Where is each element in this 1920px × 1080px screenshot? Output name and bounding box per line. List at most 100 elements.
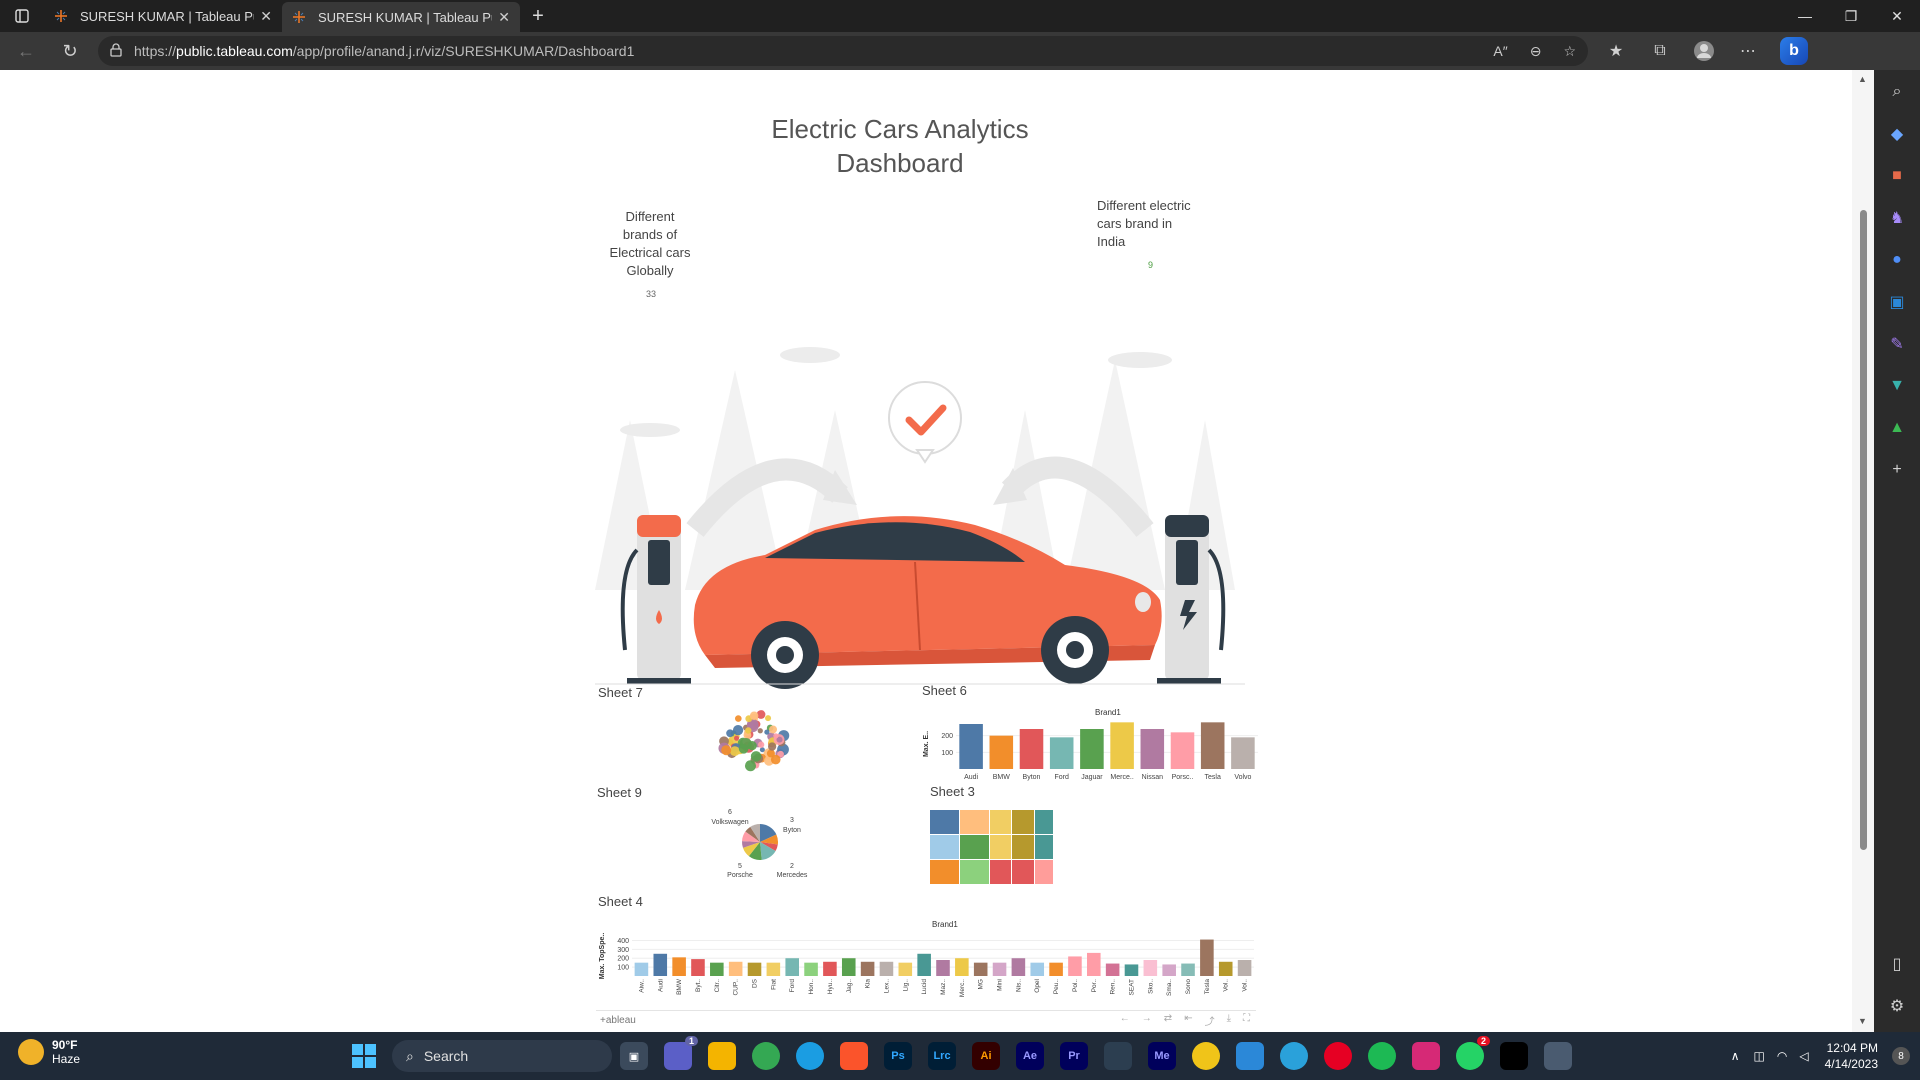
bar[interactable] bbox=[1181, 963, 1195, 976]
photoshop-icon[interactable]: Ps bbox=[884, 1042, 912, 1070]
bubble[interactable] bbox=[773, 733, 779, 739]
spotify-icon[interactable] bbox=[1368, 1042, 1396, 1070]
bar[interactable] bbox=[1030, 962, 1045, 976]
bar[interactable] bbox=[710, 962, 724, 976]
bar[interactable] bbox=[823, 961, 837, 976]
instagram-icon[interactable] bbox=[1412, 1042, 1440, 1070]
treemap-cell[interactable] bbox=[960, 835, 990, 859]
bar[interactable] bbox=[1105, 963, 1120, 976]
download-icon[interactable]: ⤓ bbox=[1227, 1013, 1231, 1028]
scroll-thumb[interactable] bbox=[1860, 210, 1867, 850]
zoom-icon[interactable]: ⊖ bbox=[1530, 43, 1542, 60]
bar[interactable] bbox=[879, 961, 894, 976]
bar[interactable] bbox=[989, 735, 1014, 769]
profile-avatar-icon[interactable] bbox=[1682, 40, 1726, 62]
bar[interactable] bbox=[1124, 964, 1139, 976]
minimize-icon[interactable]: — bbox=[1782, 0, 1828, 32]
bar[interactable] bbox=[1162, 964, 1176, 976]
games-icon[interactable]: ♞ bbox=[1885, 206, 1909, 230]
taskbar-search[interactable]: ⌕ Search bbox=[392, 1040, 612, 1072]
bubble[interactable] bbox=[749, 711, 759, 721]
bar[interactable] bbox=[955, 958, 969, 976]
bar[interactable] bbox=[973, 962, 988, 976]
treemap-cell[interactable] bbox=[960, 810, 990, 834]
bubble[interactable] bbox=[757, 741, 765, 748]
bar[interactable] bbox=[691, 959, 705, 976]
close-window-icon[interactable]: ✕ bbox=[1874, 0, 1920, 32]
app-icon[interactable] bbox=[1192, 1042, 1220, 1070]
bar[interactable] bbox=[841, 958, 856, 976]
bar[interactable] bbox=[860, 961, 875, 976]
sheet9-pie-chart[interactable]: 6 Volkswagen 3 Byton 5 Porsche 2 Mercedes bbox=[700, 806, 820, 878]
tree-icon[interactable]: ▲ bbox=[1885, 416, 1909, 440]
clock[interactable]: 12:04 PM 4/14/2023 bbox=[1825, 1040, 1878, 1072]
bubble[interactable] bbox=[744, 760, 756, 772]
treemap-cell[interactable] bbox=[930, 860, 960, 884]
bar[interactable] bbox=[898, 962, 913, 976]
bubble[interactable] bbox=[745, 727, 752, 734]
close-tab-icon[interactable]: ✕ bbox=[498, 9, 510, 26]
bar[interactable] bbox=[1143, 960, 1158, 976]
bar[interactable] bbox=[1200, 939, 1214, 976]
bar[interactable] bbox=[1200, 722, 1225, 769]
tableau-logo[interactable]: +ableau bbox=[600, 1015, 636, 1026]
bubble[interactable] bbox=[732, 724, 744, 736]
undo-icon[interactable]: ← bbox=[1120, 1013, 1130, 1028]
bar[interactable] bbox=[1110, 722, 1134, 769]
premiere-pro-icon[interactable]: Pr bbox=[1060, 1042, 1088, 1070]
treemap-cell[interactable] bbox=[990, 860, 1012, 884]
treemap-cell[interactable] bbox=[1034, 860, 1053, 884]
back-arrow-icon[interactable]: ← bbox=[8, 36, 44, 66]
bar[interactable] bbox=[917, 953, 931, 976]
outlook-icon[interactable]: ▣ bbox=[1885, 290, 1909, 314]
bar[interactable] bbox=[785, 958, 799, 976]
bar[interactable] bbox=[1087, 952, 1101, 976]
bubble[interactable] bbox=[769, 725, 777, 734]
pinterest-icon[interactable] bbox=[1324, 1042, 1352, 1070]
teams-chat-icon[interactable]: 1 bbox=[664, 1036, 698, 1070]
bubble[interactable] bbox=[734, 735, 740, 741]
bubble[interactable] bbox=[729, 746, 740, 757]
network-icon[interactable]: ◫ bbox=[1754, 1049, 1765, 1063]
scroll-down-icon[interactable]: ▼ bbox=[1858, 1016, 1867, 1026]
lightroom-classic-icon[interactable]: Lrc bbox=[928, 1042, 956, 1070]
bubble[interactable] bbox=[738, 744, 749, 754]
bubble[interactable] bbox=[770, 754, 781, 765]
sheet7-bubble-chart[interactable] bbox=[712, 704, 796, 778]
bar[interactable] bbox=[1231, 737, 1255, 769]
treemap-cell[interactable] bbox=[930, 835, 960, 859]
designer-icon[interactable]: ✎ bbox=[1885, 332, 1909, 356]
bubble[interactable] bbox=[767, 742, 777, 751]
browser-tab-2[interactable]: SURESH KUMAR | Tableau Public ✕ bbox=[282, 2, 520, 32]
collections-icon[interactable]: ⧉ bbox=[1638, 42, 1682, 60]
restore-icon[interactable]: ❐ bbox=[1828, 0, 1874, 32]
close-tab-icon[interactable]: ✕ bbox=[260, 8, 272, 25]
tray-chevron-icon[interactable]: ∧ bbox=[1731, 1049, 1740, 1063]
media-encoder-icon[interactable]: Me bbox=[1148, 1042, 1176, 1070]
file-explorer-icon[interactable] bbox=[708, 1042, 736, 1070]
bar[interactable] bbox=[959, 724, 983, 769]
shopping-tag-icon[interactable]: ◆ bbox=[1885, 122, 1909, 146]
bar[interactable] bbox=[1080, 729, 1104, 769]
notification-badge[interactable]: 8 bbox=[1892, 1047, 1910, 1065]
read-aloud-icon[interactable]: A″ bbox=[1493, 43, 1507, 60]
share-icon[interactable]: ⤴ bbox=[1205, 1013, 1215, 1028]
bubble[interactable] bbox=[721, 745, 732, 756]
bar[interactable] bbox=[653, 953, 668, 976]
capcut-icon[interactable] bbox=[1500, 1042, 1528, 1070]
bar[interactable] bbox=[1019, 729, 1044, 769]
browser-tab-1[interactable]: SURESH KUMAR | Tableau Public ✕ bbox=[44, 0, 282, 32]
bar[interactable] bbox=[1237, 960, 1252, 976]
bubble[interactable] bbox=[765, 715, 772, 722]
microsoft-365-icon[interactable]: ● bbox=[1885, 248, 1909, 272]
bar[interactable] bbox=[1049, 737, 1074, 769]
bar[interactable] bbox=[672, 957, 686, 976]
windows-start-icon[interactable] bbox=[352, 1044, 376, 1068]
add-sidebar-app-icon[interactable]: + bbox=[1885, 458, 1909, 482]
treemap-cell[interactable] bbox=[1034, 835, 1053, 859]
wifi-icon[interactable]: ◠ bbox=[1777, 1049, 1787, 1063]
bubble[interactable] bbox=[759, 747, 765, 753]
refresh-data-icon[interactable]: ⇤ bbox=[1184, 1013, 1192, 1028]
task-view-icon[interactable]: ▣ bbox=[620, 1042, 648, 1070]
weather-widget[interactable]: 90°F Haze bbox=[18, 1038, 80, 1066]
